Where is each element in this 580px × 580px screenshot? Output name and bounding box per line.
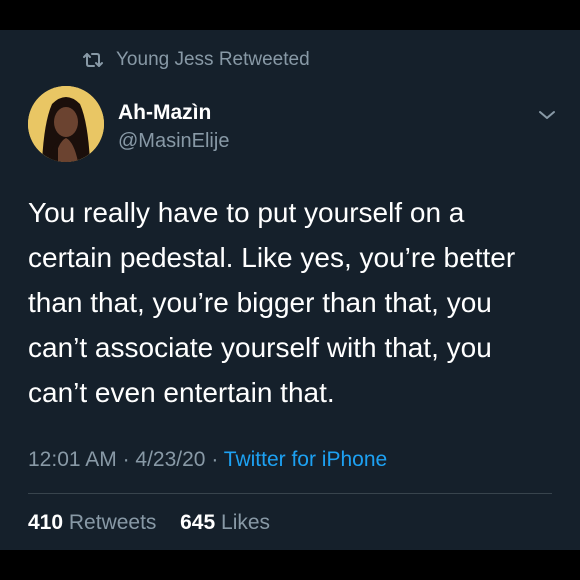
tweet-card: Young Jess Retweeted Ah-Mazìn @MasinElij… xyxy=(0,30,580,550)
tweet-text-line: than that, you’re bigger than that, you xyxy=(28,287,492,318)
retweets-stat[interactable]: 410 Retweets xyxy=(28,511,162,534)
more-options-button[interactable] xyxy=(537,108,557,122)
tweet-text-line: can’t associate yourself with that, you xyxy=(28,332,492,363)
likes-count: 645 xyxy=(180,511,216,534)
meta-separator: · xyxy=(116,448,136,471)
tweet-source-link[interactable]: Twitter for iPhone xyxy=(224,448,387,471)
meta-separator: · xyxy=(205,448,224,471)
likes-label: Likes xyxy=(221,511,271,534)
retweet-icon xyxy=(82,52,116,68)
avatar[interactable] xyxy=(28,86,104,162)
tweet-text: You really have to put yourself on a cer… xyxy=(28,190,568,415)
tweet-metadata: 12:01 AM · 4/23/20 · Twitter for iPhone xyxy=(28,448,387,472)
retweet-text: Young Jess Retweeted xyxy=(116,49,310,70)
retweet-indicator[interactable]: Young Jess Retweeted xyxy=(82,48,310,72)
retweets-label: Retweets xyxy=(68,511,157,534)
tweet-time[interactable]: 12:01 AM xyxy=(28,448,117,471)
tweet-stats: 410 Retweets 645 Likes xyxy=(28,511,270,535)
likes-stat[interactable]: 645 Likes xyxy=(174,511,270,534)
author-name[interactable]: Ah-Mazìn xyxy=(118,101,211,125)
tweet-text-line: certain pedestal. Like yes, you’re bette… xyxy=(28,242,516,273)
tweet-text-line: You really have to put yourself on a xyxy=(28,197,465,228)
chevron-down-icon xyxy=(537,108,557,122)
tweet-date[interactable]: 4/23/20 xyxy=(135,448,205,471)
author-handle[interactable]: @MasinElije xyxy=(118,130,229,153)
divider xyxy=(28,493,552,494)
tweet-text-line: can’t even entertain that. xyxy=(28,377,335,408)
retweets-count: 410 xyxy=(28,511,64,534)
